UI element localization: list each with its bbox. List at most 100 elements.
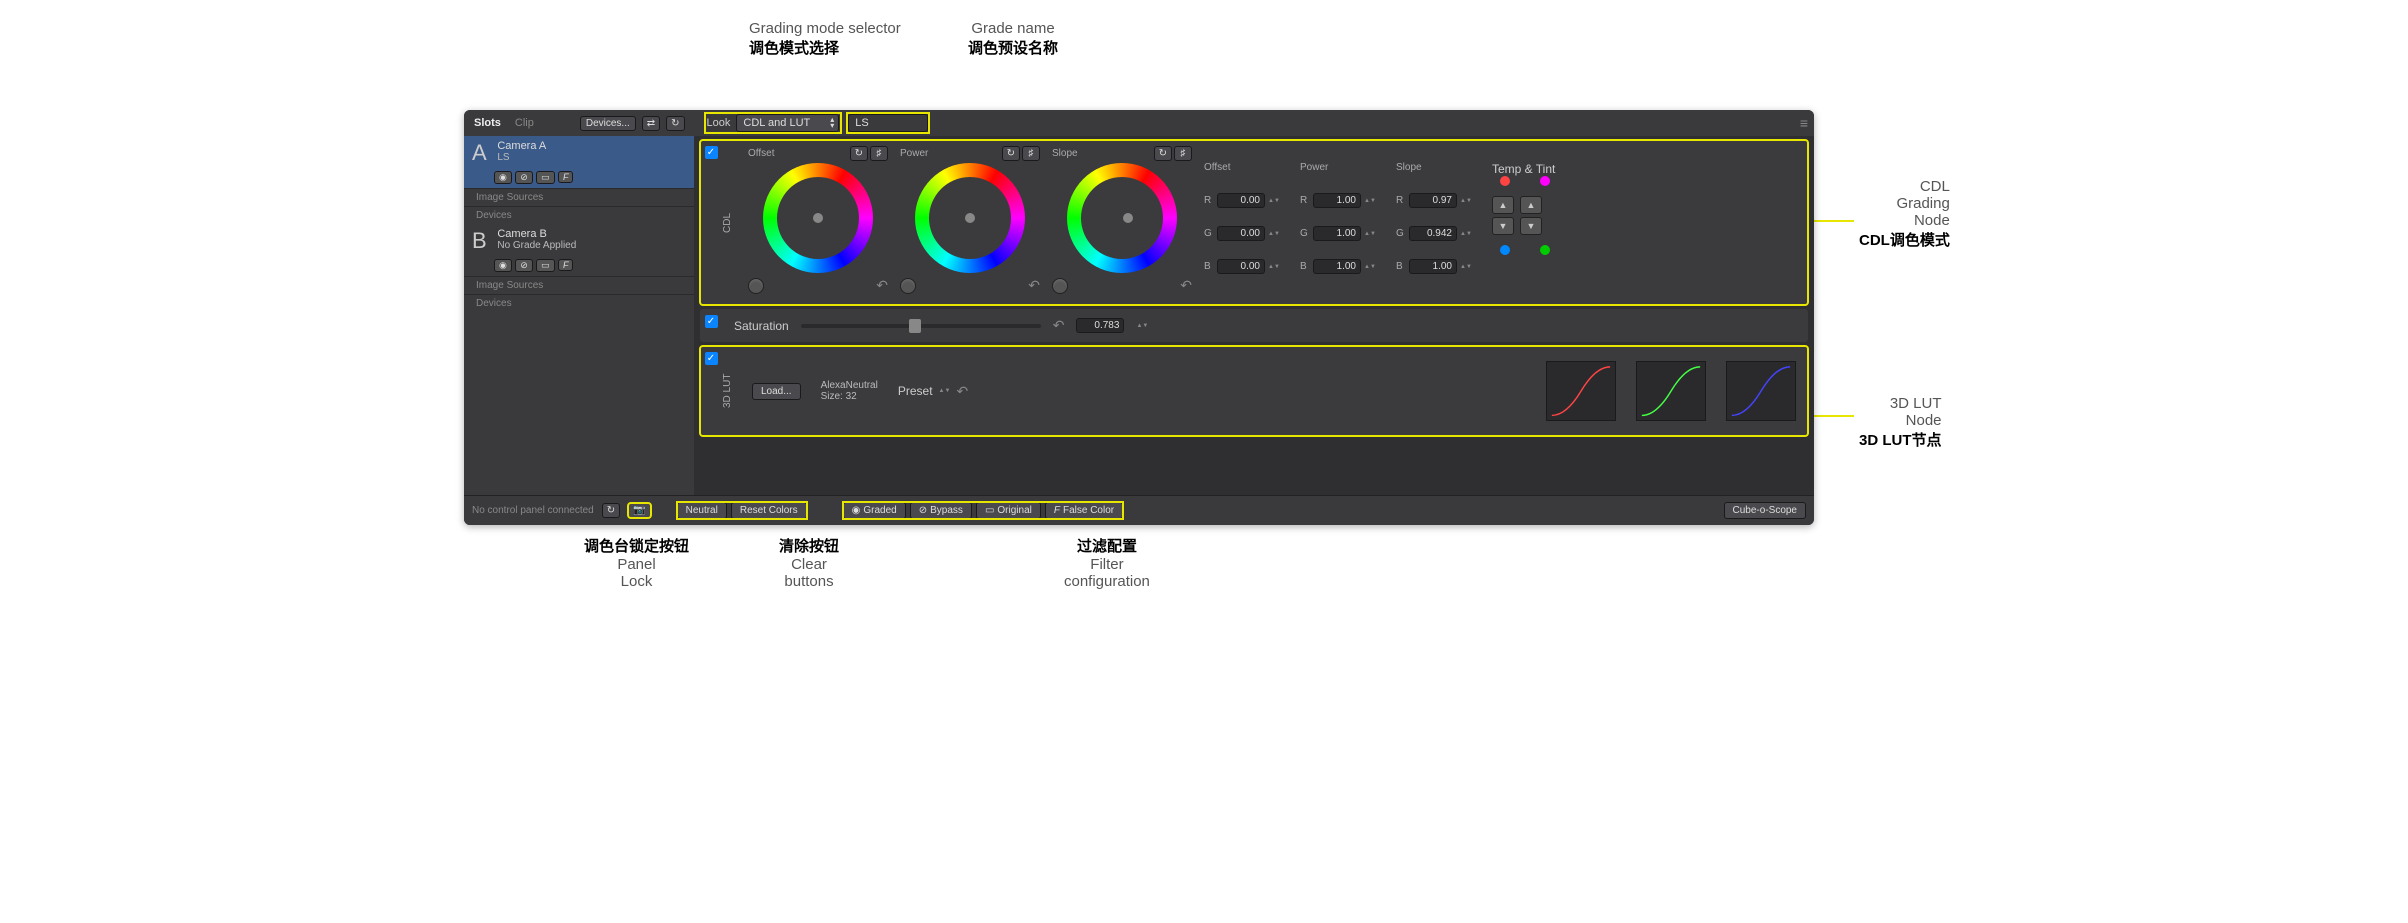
slot-b-name: Camera B <box>497 228 576 240</box>
slot-a-graded-icon[interactable]: ◉ <box>494 171 512 184</box>
slot-a-original-icon[interactable]: ▭ <box>536 171 555 184</box>
slot-b-graded-icon[interactable]: ◉ <box>494 259 512 272</box>
cdl-vertical-label: CDL <box>722 140 740 305</box>
sidebar: A Camera A LS ◉ ⊘ ▭ F Image Sources Devi… <box>464 136 694 495</box>
slot-b-bypass-icon[interactable]: ⊘ <box>515 259 533 272</box>
lut-undo-icon[interactable]: ↶ <box>957 383 969 400</box>
cdl-enable-checkbox[interactable]: ✓ <box>705 146 718 159</box>
annot-filter-cn: 过滤配置 <box>1064 535 1150 556</box>
panel-status: No control panel connected <box>472 505 594 516</box>
power-master-knob[interactable] <box>900 278 916 294</box>
app-window: Slots Clip Devices... ⇄ ↻ Look CDL and L… <box>464 110 1814 525</box>
slope-reset-icon[interactable]: ↻ <box>1154 146 1172 161</box>
power-sliders-icon[interactable]: ♯ <box>1022 146 1040 161</box>
annot-lut-en: 3D LUT <box>1859 395 1942 412</box>
slope-g-input[interactable]: 0.942 <box>1409 226 1457 241</box>
tint-down-button[interactable]: ▼ <box>1520 217 1542 235</box>
temp-warm-dot <box>1500 176 1510 186</box>
offset-sliders-icon[interactable]: ♯ <box>870 146 888 161</box>
panel-refresh-icon[interactable]: ↻ <box>602 503 620 518</box>
sat-enable-checkbox[interactable]: ✓ <box>705 315 718 328</box>
slot-b[interactable]: B Camera B No Grade Applied ◉ ⊘ ▭ F <box>464 224 694 276</box>
lut-preset-stepper[interactable]: ▲▼ <box>939 388 951 394</box>
grading-mode-selector[interactable]: CDL and LUT▴▾ <box>736 114 839 132</box>
original-button[interactable]: ▭ Original <box>976 502 1041 519</box>
false-color-button[interactable]: F False Color <box>1045 502 1123 519</box>
look-label: Look <box>707 117 731 129</box>
offset-master-knob[interactable] <box>748 278 764 294</box>
temp-down-button[interactable]: ▼ <box>1492 217 1514 235</box>
graded-button[interactable]: ◉ Graded <box>843 502 906 519</box>
content: ✓ CDL Offset ↻♯ ↶ Power ↻ <box>694 136 1814 495</box>
tint-green-dot <box>1540 245 1550 255</box>
annot-grade-name-en: Grade name <box>968 20 1058 37</box>
saturation-slider[interactable] <box>801 324 1041 328</box>
tint-up-button[interactable]: ▲ <box>1520 196 1542 214</box>
lut-name: AlexaNeutral <box>821 380 878 391</box>
slope-b-input[interactable]: 1.00 <box>1409 259 1457 274</box>
slot-b-sources[interactable]: Image Sources <box>464 276 694 294</box>
slope-rgb-label: Slope <box>1396 162 1472 173</box>
power-rgb-label: Power <box>1300 162 1376 173</box>
devices-button[interactable]: Devices... <box>580 116 636 131</box>
offset-undo-icon[interactable]: ↶ <box>876 277 888 294</box>
slot-a-bypass-icon[interactable]: ⊘ <box>515 171 533 184</box>
temp-up-button[interactable]: ▲ <box>1492 196 1514 214</box>
link-icon[interactable]: ⇄ <box>642 116 660 131</box>
annot-cdl-cn: CDL调色模式 <box>1859 229 1950 250</box>
hamburger-icon[interactable]: ≡ <box>1800 115 1808 131</box>
saturation-undo-icon[interactable]: ↶ <box>1053 317 1065 334</box>
refresh-icon[interactable]: ↻ <box>666 116 684 131</box>
offset-label: Offset <box>748 148 775 159</box>
slot-a-sources[interactable]: Image Sources <box>464 188 694 206</box>
offset-g-input[interactable]: 0.00 <box>1217 226 1265 241</box>
power-g-input[interactable]: 1.00 <box>1313 226 1361 241</box>
bypass-button[interactable]: ⊘ Bypass <box>910 502 972 519</box>
annot-panel-lock-cn: 调色台锁定按钮 <box>584 535 689 556</box>
tint-magenta-dot <box>1540 176 1550 186</box>
panel-lock-button[interactable]: 📷 <box>628 503 650 518</box>
offset-reset-icon[interactable]: ↻ <box>850 146 868 161</box>
slope-r-input[interactable]: 0.97 <box>1409 193 1457 208</box>
tab-slots[interactable]: Slots <box>470 117 505 129</box>
lut-enable-checkbox[interactable]: ✓ <box>705 352 718 365</box>
grade-name-input[interactable] <box>848 114 928 132</box>
slot-b-devices[interactable]: Devices <box>464 294 694 312</box>
reset-colors-button[interactable]: Reset Colors <box>731 502 807 519</box>
slot-a-false-color-icon[interactable]: F <box>558 171 574 183</box>
cdl-node: ✓ CDL Offset ↻♯ ↶ Power ↻ <box>700 140 1808 305</box>
temptint-label: Temp & Tint <box>1492 162 1555 176</box>
footer: No control panel connected ↻ 📷 Neutral R… <box>464 495 1814 525</box>
offset-rgb-label: Offset <box>1204 162 1280 173</box>
power-b-input[interactable]: 1.00 <box>1313 259 1361 274</box>
slope-undo-icon[interactable]: ↶ <box>1180 277 1192 294</box>
slot-a-devices[interactable]: Devices <box>464 206 694 224</box>
slope-master-knob[interactable] <box>1052 278 1068 294</box>
slope-sliders-icon[interactable]: ♯ <box>1174 146 1192 161</box>
power-undo-icon[interactable]: ↶ <box>1028 277 1040 294</box>
slot-b-original-icon[interactable]: ▭ <box>536 259 555 272</box>
slot-a[interactable]: A Camera A LS ◉ ⊘ ▭ F <box>464 136 694 188</box>
slot-b-false-color-icon[interactable]: F <box>558 259 574 271</box>
annot-grading-mode-cn: 调色模式选择 <box>749 37 901 58</box>
slope-label: Slope <box>1052 148 1078 159</box>
slope-wheel[interactable] <box>1067 163 1177 273</box>
offset-wheel[interactable] <box>763 163 873 273</box>
annot-cdl-en: CDL <box>1859 178 1950 195</box>
annot-grading-mode-en: Grading mode selector <box>749 20 901 37</box>
annot-clear-cn: 清除按钮 <box>779 535 839 556</box>
lut-load-button[interactable]: Load... <box>752 383 801 400</box>
tab-clip[interactable]: Clip <box>511 117 538 129</box>
slot-a-name: Camera A <box>497 140 546 152</box>
cube-o-scope-button[interactable]: Cube-o-Scope <box>1724 502 1806 519</box>
lut-node: ✓ 3D LUT Load... AlexaNeutral Size: 32 P… <box>700 346 1808 436</box>
topbar: Slots Clip Devices... ⇄ ↻ Look CDL and L… <box>464 110 1814 136</box>
neutral-button[interactable]: Neutral <box>677 502 727 519</box>
power-r-input[interactable]: 1.00 <box>1313 193 1361 208</box>
offset-b-input[interactable]: 0.00 <box>1217 259 1265 274</box>
temp-cool-dot <box>1500 245 1510 255</box>
power-wheel[interactable] <box>915 163 1025 273</box>
saturation-value-input[interactable]: 0.783 <box>1076 318 1124 333</box>
power-reset-icon[interactable]: ↻ <box>1002 146 1020 161</box>
offset-r-input[interactable]: 0.00 <box>1217 193 1265 208</box>
